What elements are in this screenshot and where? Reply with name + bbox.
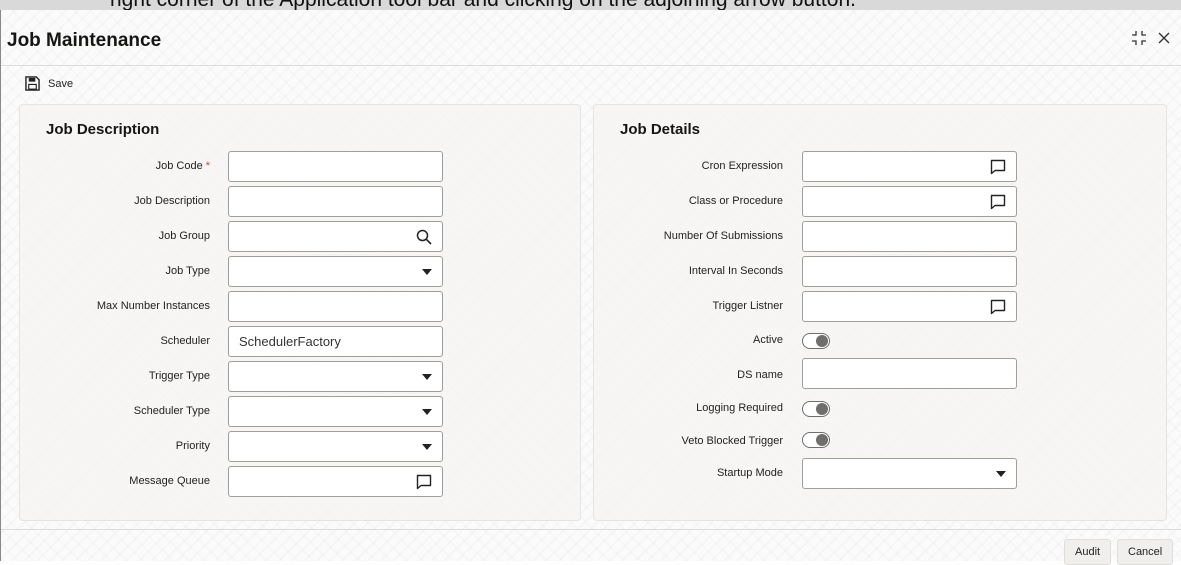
- job-group-label: Job Group: [158, 230, 210, 242]
- comment-icon[interactable]: [416, 474, 432, 490]
- scheduler-type-label: Scheduler Type: [133, 405, 210, 417]
- veto-blocked-trigger-label: Veto Blocked Trigger: [681, 435, 783, 447]
- scheduler-input[interactable]: SchedulerFactory: [228, 326, 443, 357]
- ds-name-label: DS name: [737, 369, 783, 381]
- veto-blocked-trigger-toggle[interactable]: [802, 432, 830, 448]
- audit-button[interactable]: Audit: [1064, 539, 1112, 565]
- priority-select[interactable]: [228, 431, 443, 462]
- job-description-heading: Job Description: [46, 121, 160, 138]
- active-toggle[interactable]: [802, 333, 830, 349]
- max-number-instances-label: Max Number Instances: [96, 300, 210, 312]
- number-of-submissions-label: Number Of Submissions: [663, 230, 783, 242]
- job-type-label: Job Type: [165, 265, 210, 277]
- job-code-input[interactable]: [228, 151, 443, 182]
- save-label: Save: [48, 77, 74, 90]
- job-details-heading: Job Details: [620, 121, 701, 138]
- startup-mode-label: Startup Mode: [716, 467, 783, 479]
- message-queue-input[interactable]: [228, 466, 443, 497]
- chevron-down-icon: [996, 471, 1006, 477]
- comment-icon[interactable]: [990, 299, 1006, 315]
- cron-expression-input[interactable]: [802, 151, 1017, 182]
- startup-mode-select[interactable]: [802, 458, 1017, 489]
- job-details-panel: Job Details Cron Expression Class or Pro…: [593, 104, 1167, 521]
- message-queue-label: Message Queue: [129, 475, 210, 487]
- chevron-down-icon: [422, 409, 432, 415]
- job-group-input[interactable]: [228, 221, 443, 252]
- chevron-down-icon: [422, 374, 432, 380]
- logging-required-toggle[interactable]: [802, 401, 830, 417]
- scheduler-type-select[interactable]: [228, 396, 443, 427]
- collapse-icon[interactable]: [1131, 30, 1147, 49]
- priority-label: Priority: [175, 440, 210, 452]
- window-controls: [1131, 30, 1171, 49]
- search-icon[interactable]: [416, 229, 432, 245]
- max-number-instances-input[interactable]: [228, 291, 443, 322]
- logging-required-label: Logging Required: [696, 402, 783, 414]
- close-icon[interactable]: [1157, 31, 1171, 48]
- chevron-down-icon: [422, 269, 432, 275]
- required-mark: *: [205, 160, 210, 172]
- trigger-listner-input[interactable]: [802, 291, 1017, 322]
- page-title: Job Maintenance: [7, 30, 162, 51]
- job-code-label-text: Job Code: [155, 160, 203, 172]
- job-description-panel: Job Description Job Code * Job Descriptio…: [19, 104, 581, 521]
- trigger-type-select[interactable]: [228, 361, 443, 392]
- scheduler-value: SchedulerFactory: [239, 334, 341, 349]
- title-bar: Job Maintenance: [1, 10, 1181, 66]
- footer-bar: Audit Cancel: [1, 529, 1181, 565]
- document-caption: right corner of the Application tool bar…: [0, 0, 1181, 10]
- interval-in-seconds-label: Interval In Seconds: [688, 265, 783, 277]
- job-description-label: Job Description: [134, 195, 210, 207]
- cron-expression-label: Cron Expression: [701, 160, 783, 172]
- active-label: Active: [753, 334, 783, 346]
- job-type-select[interactable]: [228, 256, 443, 287]
- scheduler-label: Scheduler: [160, 335, 210, 347]
- job-code-label: Job Code *: [156, 160, 210, 172]
- job-description-input[interactable]: [228, 186, 443, 217]
- comment-icon[interactable]: [990, 159, 1006, 175]
- caption-text: right corner of the Application tool bar…: [110, 0, 856, 10]
- save-icon: [25, 76, 40, 91]
- class-or-procedure-label: Class or Procedure: [688, 195, 783, 207]
- ds-name-input[interactable]: [802, 358, 1017, 389]
- toolbar: Save: [1, 67, 1181, 103]
- interval-in-seconds-input[interactable]: [802, 256, 1017, 287]
- comment-icon[interactable]: [990, 194, 1006, 210]
- chevron-down-icon: [422, 444, 432, 450]
- trigger-listner-label: Trigger Listner: [712, 300, 783, 312]
- job-maintenance-window: Job Maintenance Save Job Description Job…: [0, 10, 1181, 565]
- cancel-button[interactable]: Cancel: [1117, 539, 1174, 565]
- trigger-type-label: Trigger Type: [148, 370, 210, 382]
- number-of-submissions-input[interactable]: [802, 221, 1017, 252]
- save-button[interactable]: Save: [25, 76, 73, 91]
- class-or-procedure-input[interactable]: [802, 186, 1017, 217]
